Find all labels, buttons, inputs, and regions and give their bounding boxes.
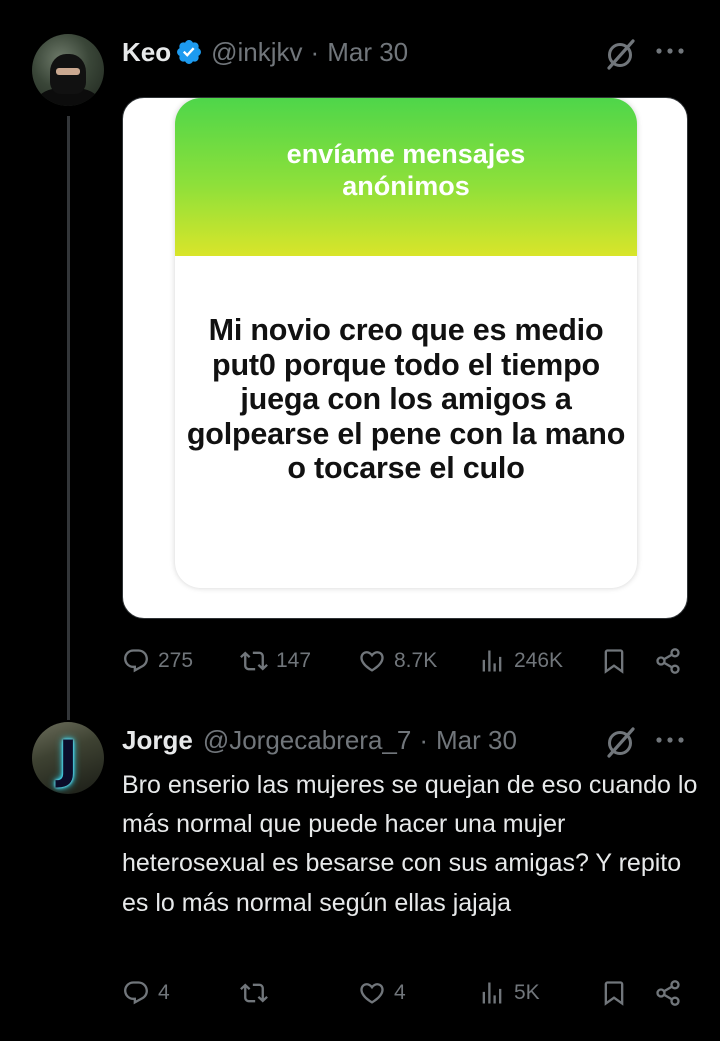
repost-button[interactable] — [240, 977, 276, 1009]
more-icon[interactable] — [655, 46, 685, 56]
author-handle[interactable]: @Jorgecabrera_7 — [203, 724, 412, 756]
share-button[interactable] — [654, 645, 682, 677]
card-title: envíame mensajes anónimos — [286, 139, 526, 201]
more-icon[interactable] — [655, 735, 685, 745]
avatar[interactable]: J — [32, 722, 104, 794]
reply-count: 4 — [158, 981, 170, 1004]
repost-button[interactable]: 147 — [240, 645, 311, 677]
bookmark-icon — [604, 981, 624, 1006]
repost-icon — [240, 983, 268, 1003]
reply-button[interactable]: 275 — [122, 645, 193, 677]
like-count: 8.7K — [394, 649, 438, 672]
repost-count: 147 — [276, 649, 312, 672]
repost-icon — [240, 651, 268, 671]
grok-icon[interactable] — [604, 37, 638, 71]
views-button[interactable]: 5K — [478, 977, 540, 1009]
bookmark-icon — [604, 649, 624, 674]
share-button[interactable] — [654, 977, 682, 1009]
share-icon — [656, 648, 680, 674]
reply-header: Jorge @Jorgecabrera_7 · Mar 30 — [122, 724, 517, 756]
separator-dot: · — [419, 725, 428, 755]
views-icon — [482, 650, 502, 672]
like-button[interactable]: 4 — [358, 977, 406, 1009]
views-button[interactable]: 246K — [478, 645, 563, 677]
share-icon — [656, 980, 680, 1006]
bookmark-button[interactable] — [600, 977, 628, 1009]
verified-badge-icon — [177, 40, 202, 64]
reply-count: 275 — [158, 649, 194, 672]
card-header: envíame mensajes anónimos — [175, 98, 637, 256]
tweet-header: Keo @inkjkv · Mar 30 — [122, 36, 408, 68]
reply-icon — [124, 649, 148, 673]
reply-icon — [124, 981, 148, 1005]
author-name[interactable]: Keo — [122, 36, 171, 68]
like-icon — [360, 983, 384, 1004]
views-icon — [482, 982, 502, 1004]
author-handle[interactable]: @inkjkv — [211, 36, 302, 68]
avatar[interactable] — [32, 34, 104, 106]
views-count: 246K — [514, 649, 564, 672]
tweet-date[interactable]: Mar 30 — [436, 724, 517, 756]
reply-actions: 4 4 5K — [122, 977, 688, 1009]
thread-line — [67, 116, 70, 720]
tweet-media[interactable]: envíame mensajes anónimos Mi novio creo … — [122, 97, 688, 619]
author-name[interactable]: Jorge — [122, 724, 193, 756]
grok-icon[interactable] — [604, 725, 638, 759]
card-message: Mi novio creo que es medio put0 porque t… — [186, 313, 626, 485]
bookmark-button[interactable] — [600, 645, 628, 677]
tweet-actions: 275 147 8.7K 246K — [122, 645, 688, 677]
like-count: 4 — [394, 981, 406, 1004]
avatar-letter-graphic: J — [58, 730, 78, 790]
like-icon — [360, 651, 384, 672]
reply-button[interactable]: 4 — [122, 977, 170, 1009]
anonymous-message-card: envíame mensajes anónimos Mi novio creo … — [175, 98, 637, 588]
views-count: 5K — [514, 981, 540, 1004]
separator-dot: · — [310, 37, 320, 67]
like-button[interactable]: 8.7K — [358, 645, 437, 677]
tweet-date[interactable]: Mar 30 — [327, 36, 408, 68]
reply-text: Bro enserio las mujeres se quejan de eso… — [122, 771, 698, 917]
avatar-eyes-shape — [56, 68, 80, 75]
